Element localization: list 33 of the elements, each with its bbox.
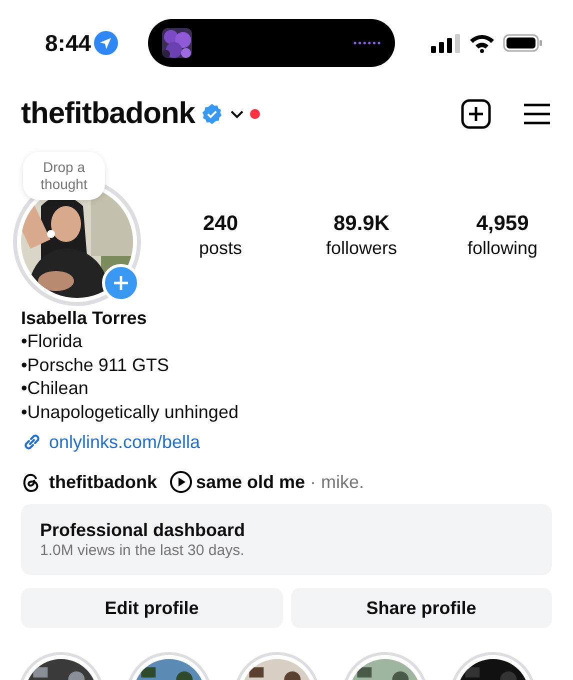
stat-label[interactable]: followers: [326, 236, 398, 260]
song-title[interactable]: same old me: [196, 470, 306, 494]
plus-icon: [113, 275, 129, 291]
stat-count[interactable]: 4,959: [476, 212, 529, 236]
dashboard-card[interactable]: Professional dashboard 1.0M views in the last 30 days.: [21, 504, 552, 575]
chevron-down-icon[interactable]: [230, 109, 244, 119]
new-post-icon[interactable]: [461, 99, 491, 129]
stat-count[interactable]: 240: [202, 212, 238, 236]
bio-line: •Florida: [21, 330, 84, 353]
threads-handle[interactable]: thefitbadonk: [49, 470, 157, 494]
bio-line: •Chilean: [21, 377, 90, 400]
share-profile-button[interactable]: Share profile: [290, 588, 552, 628]
dashboard-subtitle: 1.0M views in the last 30 days.: [40, 541, 246, 560]
display-name: Isabella Torres: [21, 307, 148, 330]
stat-label[interactable]: posts: [198, 236, 242, 260]
signal-icon: [431, 33, 461, 53]
username[interactable]: thefitbadonk: [21, 97, 195, 131]
stat-count[interactable]: 89.9K: [333, 212, 390, 236]
play-icon: [169, 470, 193, 494]
battery-icon: [503, 33, 543, 53]
wifi-icon: [469, 33, 495, 53]
menu-icon[interactable]: [523, 103, 551, 125]
stat-label[interactable]: following: [467, 236, 538, 260]
audio-wave-icon: [353, 41, 382, 45]
bio-line: •Porsche 911 GTS: [21, 354, 170, 376]
clock-time: 8:44: [45, 30, 92, 56]
dashboard-title: Professional dashboard: [40, 519, 246, 541]
bio-line: •Unapologetically unhinged: [21, 400, 240, 424]
song-artist: · mike.: [310, 471, 364, 494]
profile-link[interactable]: onlylinks.com/bella: [49, 430, 200, 454]
thought-tooltip[interactable]: Drop a thought: [23, 152, 105, 200]
edit-profile-button[interactable]: Edit profile: [21, 588, 282, 628]
threads-logo-icon[interactable]: [21, 471, 41, 493]
